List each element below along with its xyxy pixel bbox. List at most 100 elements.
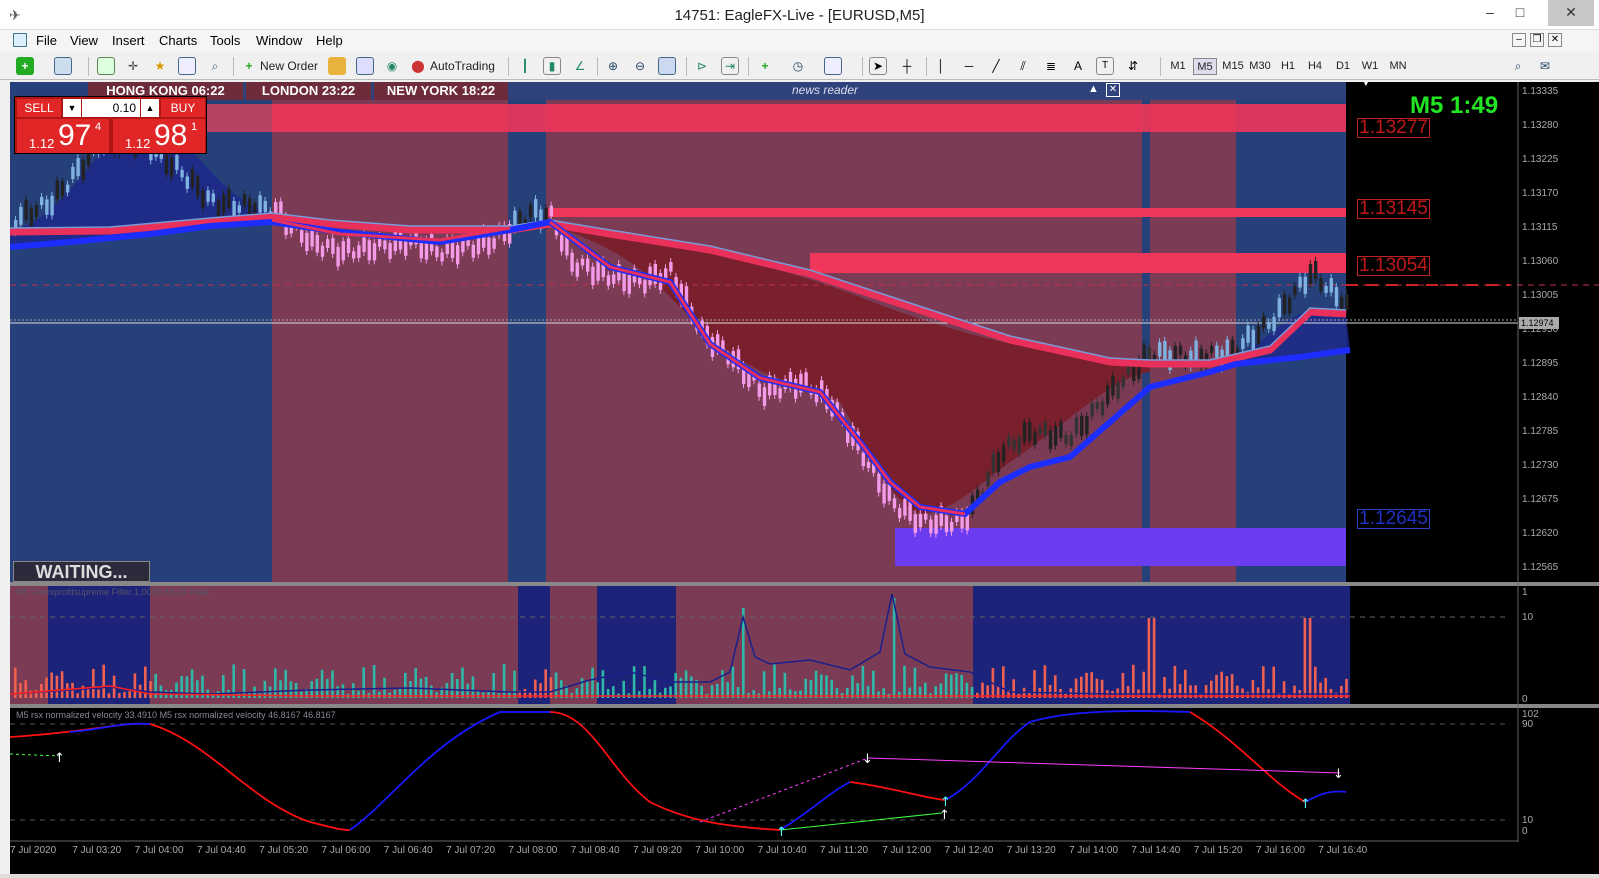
sell-price-button[interactable]: 1.12 97 4 <box>17 119 109 153</box>
candle-body <box>216 200 221 217</box>
profiles-icon[interactable] <box>54 57 72 75</box>
tf-h1-button[interactable]: H1 <box>1276 58 1300 75</box>
minimize-button[interactable]: – <box>1475 0 1505 26</box>
cursor-icon[interactable]: ➤ <box>869 57 887 75</box>
tf-m1-button[interactable]: M1 <box>1166 58 1190 75</box>
chart-shift-icon[interactable]: ⇥ <box>721 57 739 75</box>
histogram-bar <box>435 692 438 698</box>
menu-charts[interactable]: Charts <box>159 33 197 48</box>
line-chart-icon[interactable]: ∠ <box>571 57 589 75</box>
lot-up-icon[interactable]: ▲ <box>141 99 159 117</box>
data-window-icon[interactable]: ✛ <box>124 57 142 75</box>
arrows-icon[interactable]: ⇵ <box>1124 57 1142 75</box>
menu-bar: File View Insert Charts Tools Window Hel… <box>0 30 1599 52</box>
buy-button[interactable]: BUY <box>161 99 205 117</box>
indicators-icon[interactable]: + <box>756 57 774 75</box>
histogram-bar <box>601 670 605 698</box>
candle-body <box>1059 421 1063 438</box>
experts-icon[interactable] <box>356 57 374 75</box>
tf-w1-button[interactable]: W1 <box>1358 58 1382 75</box>
histogram-bar <box>50 672 53 698</box>
tile-windows-icon[interactable] <box>658 57 676 75</box>
new-chart-icon[interactable]: + <box>16 57 34 75</box>
candle-body <box>1308 264 1313 285</box>
tf-h4-button[interactable]: H4 <box>1303 58 1327 75</box>
equidistant-channel-icon[interactable]: ⫽ <box>1014 57 1032 75</box>
tf-m15-button[interactable]: M15 <box>1221 58 1245 75</box>
price-axis-label: 1.13005 <box>1522 290 1559 301</box>
candle-body <box>778 388 782 399</box>
buy-price-big: 98 <box>154 119 188 152</box>
menu-view[interactable]: View <box>70 33 98 48</box>
candle-body <box>570 252 574 272</box>
price-axis-label: 1.12565 <box>1522 562 1559 573</box>
fibonacci-icon[interactable]: ≣ <box>1042 57 1060 75</box>
tf-m30-button[interactable]: M30 <box>1248 58 1272 75</box>
tester-icon[interactable]: ⌕ <box>206 57 224 75</box>
search-icon[interactable]: ⌕ <box>1509 57 1527 75</box>
mt4-window: ✈ 14751: EagleFX-Live - [EURUSD,M5] – □ … <box>0 0 1599 878</box>
candle-body <box>170 157 174 177</box>
child-minimize-button[interactable]: – <box>1512 33 1526 47</box>
chat-icon[interactable]: ✉ <box>1536 57 1554 75</box>
candle-body <box>1324 285 1328 293</box>
new-order-button[interactable]: New Order <box>260 56 318 76</box>
child-close-button[interactable]: ✕ <box>1548 33 1562 47</box>
candle-body <box>388 243 392 259</box>
menu-help[interactable]: Help <box>316 33 343 48</box>
market-watch-icon[interactable] <box>97 57 115 75</box>
down-arrow-icon: ↓ <box>1333 767 1344 782</box>
candlestick-icon[interactable]: ▮ <box>543 57 561 75</box>
child-restore-button[interactable]: ❐ <box>1530 33 1544 47</box>
trendline-icon[interactable]: ╱ <box>987 57 1005 75</box>
horizontal-line-icon[interactable]: ─ <box>960 57 978 75</box>
metaeditor-icon[interactable] <box>328 57 346 75</box>
terminal-icon[interactable] <box>178 57 196 75</box>
chart-area[interactable]: ↓ ↓ ↑ ↑ ↑ ↑ ↑ HONG KONG 06:22 LONDON 23:… <box>10 82 1599 877</box>
maximize-button[interactable]: □ <box>1505 0 1535 26</box>
histogram-bar <box>393 689 397 698</box>
ind2-divergence-line <box>779 812 943 831</box>
candle-body <box>456 245 460 265</box>
tf-m5-button[interactable]: M5 <box>1193 58 1217 75</box>
menu-file[interactable]: File <box>36 33 57 48</box>
news-collapse-icon[interactable]: ▲ <box>1088 83 1099 95</box>
sell-button[interactable]: SELL <box>17 99 61 117</box>
templates-icon[interactable] <box>824 57 842 75</box>
candle-body <box>1116 382 1120 399</box>
menu-window[interactable]: Window <box>256 33 302 48</box>
histogram-bar <box>1262 666 1265 698</box>
zoom-in-icon[interactable]: ⊕ <box>604 57 622 75</box>
lot-down-icon[interactable]: ▼ <box>63 99 81 117</box>
autotrading-button[interactable]: AutoTrading <box>430 56 495 76</box>
close-button[interactable]: ✕ <box>1548 0 1594 26</box>
candle-body <box>1314 260 1318 280</box>
histogram-bar <box>274 668 277 698</box>
menu-tools[interactable]: Tools <box>210 33 240 48</box>
vertical-line-icon[interactable]: │ <box>932 57 950 75</box>
signals-icon[interactable]: ◉ <box>383 57 401 75</box>
autoscroll-icon[interactable]: ⊳ <box>693 57 711 75</box>
navigator-icon[interactable]: ★ <box>151 57 169 75</box>
crosshair-icon[interactable]: ┼ <box>898 57 916 75</box>
tf-d1-button[interactable]: D1 <box>1331 58 1355 75</box>
text-icon[interactable]: A <box>1069 57 1087 75</box>
news-close-icon[interactable]: ✕ <box>1106 83 1120 97</box>
candle-body <box>1178 345 1183 355</box>
toolbar-separator <box>748 57 749 76</box>
menu-insert[interactable]: Insert <box>112 33 145 48</box>
price-axis-label: 1.13115 <box>1522 222 1558 233</box>
tf-mn-button[interactable]: MN <box>1386 58 1410 75</box>
bar-chart-icon[interactable]: ┃ <box>516 57 534 75</box>
buy-price-button[interactable]: 1.12 98 1 <box>113 119 205 153</box>
text-label-icon[interactable]: T <box>1096 57 1114 75</box>
histogram-bar <box>456 679 459 698</box>
histogram-bar <box>674 672 677 698</box>
histogram-bar <box>76 693 79 698</box>
zoom-out-icon[interactable]: ⊖ <box>631 57 649 75</box>
candle-body <box>1085 416 1089 435</box>
histogram-bar <box>872 670 875 698</box>
candle-body <box>1319 277 1323 291</box>
periods-icon[interactable]: ◷ <box>789 57 807 75</box>
lot-size-input[interactable]: 0.10 <box>82 99 140 117</box>
